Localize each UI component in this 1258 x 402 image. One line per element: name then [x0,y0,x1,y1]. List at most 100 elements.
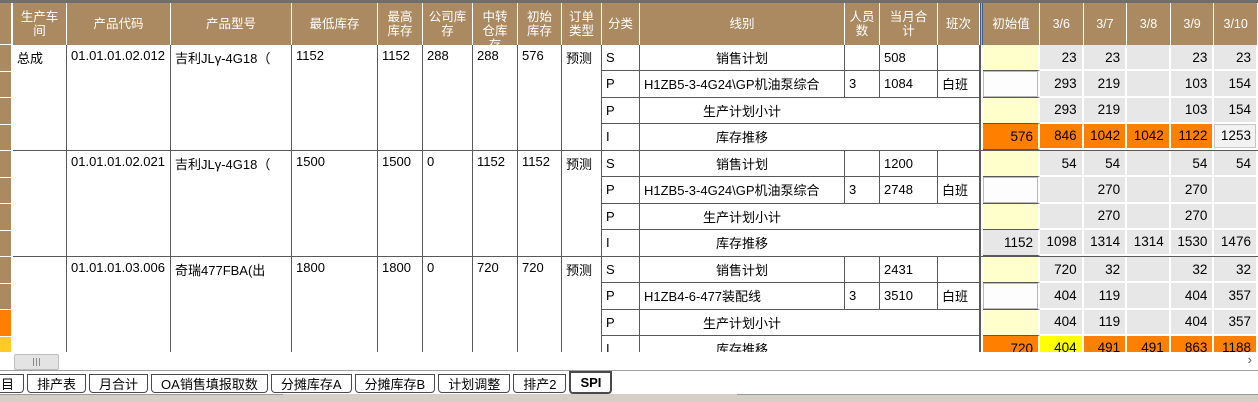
day-value-cell-3/8[interactable] [1127,283,1171,309]
day-value-cell-3/7[interactable]: 32 [1084,257,1128,283]
strip-cell[interactable] [0,151,12,178]
workshop-cell[interactable] [13,257,67,352]
min-stock-cell[interactable]: 1152 [292,45,378,150]
line-name-cell[interactable]: 库存推移 [640,124,980,150]
month-total-cell[interactable]: 508 [880,45,938,71]
day-value-cell-3/10[interactable]: 357 [1214,283,1258,309]
month-total-cell[interactable]: 3510 [880,283,938,309]
day-value-cell-3/8[interactable] [1127,45,1171,71]
initial-value-cell[interactable] [983,71,1040,97]
category-cell[interactable]: I [602,230,640,256]
day-value-cell-3/10[interactable]: 23 [1214,45,1258,71]
col-header-staff[interactable]: 人员数 [845,3,880,45]
line-name-cell[interactable]: 生产计划小计 [640,204,980,230]
day-value-cell-3/7[interactable]: 23 [1084,45,1128,71]
shift-cell[interactable]: 白班 [938,283,980,309]
day-value-cell-3/8[interactable] [1127,310,1171,336]
day-value-cell-3/6[interactable]: 293 [1040,98,1084,124]
day-value-cell-3/9[interactable]: 1122 [1171,124,1215,150]
staff-count-cell[interactable] [845,151,880,177]
col-header-min[interactable]: 最低库存 [292,3,378,45]
day-value-cell-3/8[interactable] [1127,71,1171,97]
initial-stock-cell[interactable]: 576 [518,45,562,150]
sheet-tab-分摊库存A[interactable]: 分摊库存A [271,374,352,393]
initial-value-cell[interactable] [983,283,1040,309]
company-stock-cell[interactable]: 0 [423,257,473,352]
col-header-line[interactable]: 线别 [640,3,845,45]
strip-cell[interactable] [0,204,12,231]
strip-cell[interactable] [0,231,12,258]
staff-count-cell[interactable] [845,45,880,71]
strip-cell[interactable] [0,178,12,205]
day-value-cell-3/9[interactable]: 270 [1171,177,1215,203]
col-header-transit[interactable]: 中转仓库存 [473,3,518,45]
initial-value-cell[interactable]: 576 [983,124,1040,150]
day-value-cell-3/9[interactable]: 1530 [1171,230,1215,256]
line-name-cell[interactable]: H1ZB5-3-4G24\GP机油泵综合 [640,71,845,97]
staff-count-cell[interactable]: 3 [845,283,880,309]
staff-count-cell[interactable] [845,257,880,283]
day-value-cell-3/6[interactable] [1040,177,1084,203]
category-cell[interactable]: P [602,310,640,336]
day-value-cell-3/7[interactable]: 219 [1084,71,1128,97]
day-value-cell-3/10[interactable]: 1188 [1214,336,1258,352]
col-header-d1[interactable]: 3/7 [1084,3,1128,45]
day-value-cell-3/8[interactable] [1127,98,1171,124]
day-value-cell-3/7[interactable]: 219 [1084,98,1128,124]
month-total-cell[interactable]: 1084 [880,71,938,97]
category-cell[interactable]: I [602,124,640,150]
line-name-cell[interactable]: 库存推移 [640,336,980,352]
category-cell[interactable]: P [602,71,640,97]
shift-cell[interactable] [938,151,980,177]
day-value-cell-3/9[interactable]: 404 [1171,283,1215,309]
day-value-cell-3/7[interactable]: 1042 [1084,124,1128,150]
initial-value-cell[interactable]: 720 [983,336,1040,352]
workshop-cell[interactable]: 总成 [13,45,67,150]
initial-value-cell[interactable] [983,204,1040,230]
day-value-cell-3/9[interactable]: 32 [1171,257,1215,283]
initial-value-cell[interactable] [983,45,1040,71]
sheet-tab-排产2[interactable]: 排产2 [513,374,566,393]
day-value-cell-3/7[interactable]: 491 [1084,336,1128,352]
day-value-cell-3/10[interactable]: 1476 [1214,230,1258,256]
col-header-d2[interactable]: 3/8 [1127,3,1171,45]
day-value-cell-3/7[interactable]: 270 [1084,177,1128,203]
initial-value-cell[interactable] [983,177,1040,203]
staff-count-cell[interactable]: 3 [845,71,880,97]
col-header-comp[interactable]: 公司库存 [423,3,473,45]
sheet-tab-OA销售填报取数[interactable]: OA销售填报取数 [151,374,268,393]
strip-cell[interactable] [0,310,12,337]
category-cell[interactable]: S [602,45,640,71]
day-value-cell-3/6[interactable]: 54 [1040,151,1084,177]
day-value-cell-3/9[interactable]: 270 [1171,204,1215,230]
initial-value-cell[interactable]: 1152 [983,230,1040,256]
product-model-cell[interactable]: 吉利JLγ-4G18（ [171,151,292,256]
workshop-cell[interactable] [13,151,67,256]
category-cell[interactable]: I [602,336,640,352]
line-name-cell[interactable]: H1ZB5-3-4G24\GP机油泵综合 [640,177,845,203]
category-cell[interactable]: S [602,151,640,177]
sheet-tab-排产表[interactable]: 排产表 [27,374,86,393]
col-header-total[interactable]: 当月合计 [880,3,938,45]
day-value-cell-3/7[interactable]: 119 [1084,283,1128,309]
day-value-cell-3/9[interactable]: 54 [1171,151,1215,177]
strip-cell[interactable] [0,72,12,99]
initial-value-cell[interactable] [983,98,1040,124]
transit-stock-cell[interactable]: 720 [473,257,518,352]
col-header-otype[interactable]: 订单类型 [562,3,602,45]
day-value-cell-3/6[interactable]: 293 [1040,71,1084,97]
product-code-cell[interactable]: 01.01.01.03.006 [67,257,171,352]
shift-cell[interactable] [938,257,980,283]
day-value-cell-3/6[interactable] [1040,204,1084,230]
col-header-max[interactable]: 最高库存 [378,3,423,45]
initial-value-cell[interactable] [983,310,1040,336]
day-value-cell-3/8[interactable]: 1042 [1127,124,1171,150]
shift-cell[interactable]: 白班 [938,177,980,203]
day-value-cell-3/7[interactable]: 119 [1084,310,1128,336]
col-header-code[interactable]: 产品代码 [67,3,171,45]
col-header-cat[interactable]: 分类 [602,3,640,45]
day-value-cell-3/10[interactable] [1214,204,1258,230]
order-type-cell[interactable]: 预测 [562,45,602,150]
col-header-model[interactable]: 产品型号 [171,3,292,45]
sheet-tab-SPI[interactable]: SPI [569,371,612,394]
